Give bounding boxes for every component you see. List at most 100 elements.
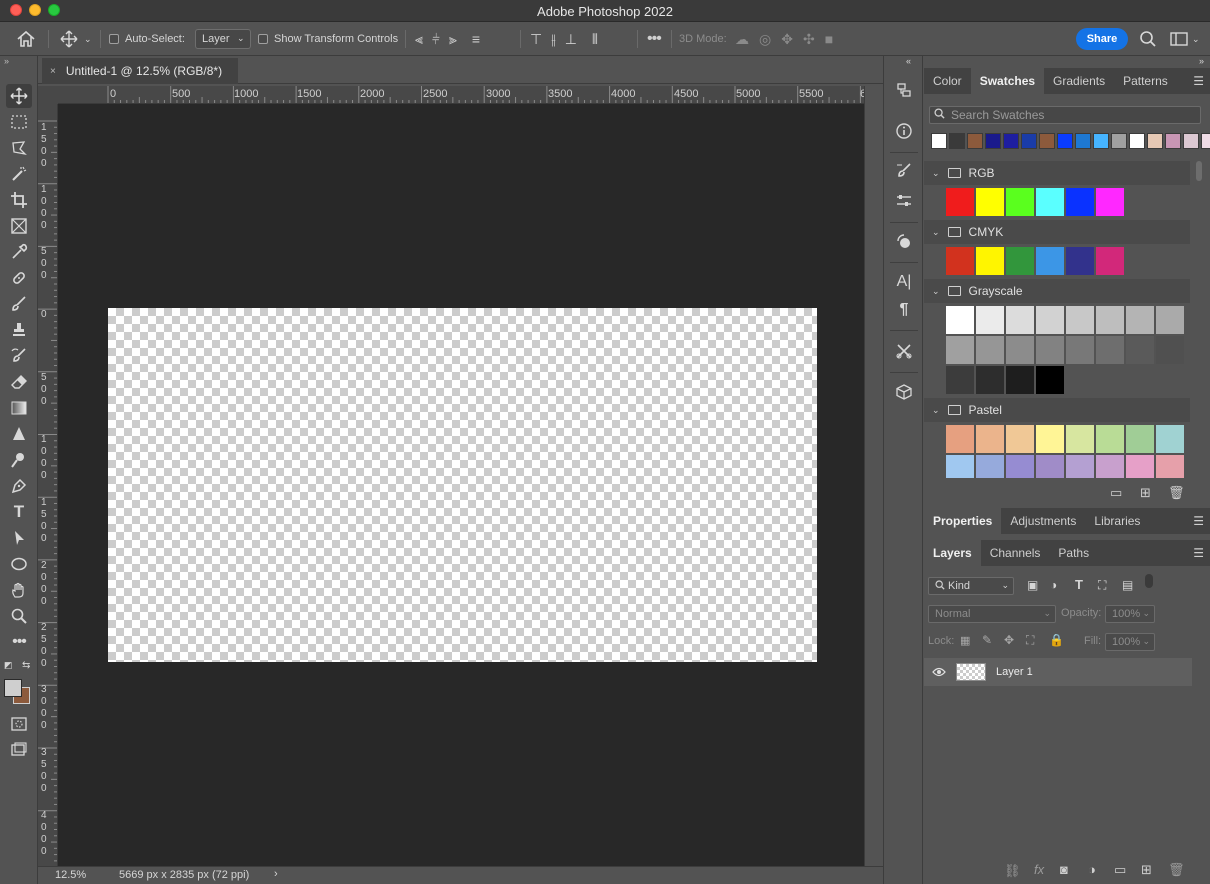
vertical-ruler[interactable]: 1500 1000 500 0 500 1000 1500 2000 2500 … xyxy=(38,104,58,866)
filter-toggle[interactable] xyxy=(1145,574,1153,588)
align-top-icon[interactable]: ⊤ xyxy=(530,31,542,48)
color-swatch[interactable] xyxy=(1096,306,1124,334)
document-tab[interactable]: × Untitled-1 @ 12.5% (RGB/8*) xyxy=(42,58,238,84)
auto-select-control[interactable]: Auto-Select: xyxy=(109,22,185,56)
eraser-tool-icon[interactable] xyxy=(6,370,32,394)
clone-stamp-tool-icon[interactable] xyxy=(6,318,32,342)
color-swatch[interactable] xyxy=(946,366,974,394)
healing-brush-tool-icon[interactable] xyxy=(6,266,32,290)
panel-menu-icon[interactable]: ☰ xyxy=(1193,514,1204,528)
color-swatch[interactable] xyxy=(976,336,1004,364)
swatch-group-header[interactable]: ⌄ Grayscale xyxy=(924,279,1190,303)
new-group-icon[interactable]: ▭ xyxy=(1110,485,1122,501)
color-swatch[interactable] xyxy=(1006,306,1034,334)
color-swatch[interactable] xyxy=(1036,366,1064,394)
color-swatch[interactable] xyxy=(1066,455,1094,478)
distribute-horizontal-icon[interactable]: ≡ xyxy=(472,31,480,47)
swatch-group-header[interactable]: ⌄ CMYK xyxy=(924,220,1190,244)
recent-swatch[interactable] xyxy=(1201,133,1210,149)
tab-channels[interactable]: Channels xyxy=(981,540,1050,566)
add-mask-icon[interactable]: ◙ xyxy=(1060,862,1068,877)
new-swatch-icon[interactable]: ⊞ xyxy=(1140,485,1151,501)
pen-tool-icon[interactable] xyxy=(6,474,32,498)
hand-tool-icon[interactable] xyxy=(6,578,32,602)
tab-adjustments[interactable]: Adjustments xyxy=(1001,508,1085,534)
color-swatch[interactable] xyxy=(1036,247,1064,275)
color-swatch[interactable] xyxy=(1066,425,1094,453)
pan-3d-icon[interactable]: ✥ xyxy=(781,31,793,48)
link-layers-icon[interactable]: ⛓ xyxy=(1004,863,1021,879)
lock-transparent-icon[interactable]: ▦ xyxy=(960,634,970,647)
tab-layers[interactable]: Layers xyxy=(924,540,981,566)
color-swatch[interactable] xyxy=(1066,336,1094,364)
history-brush-tool-icon[interactable] xyxy=(6,344,32,368)
trash-icon[interactable]: 🗑 xyxy=(1168,485,1185,501)
blur-tool-icon[interactable] xyxy=(6,422,32,446)
scale-3d-icon[interactable]: ■ xyxy=(825,31,833,47)
info-panel-icon[interactable] xyxy=(892,119,916,143)
color-swatch[interactable] xyxy=(1156,306,1184,334)
color-swatch[interactable] xyxy=(946,306,974,334)
history-panel-icon[interactable] xyxy=(892,78,916,102)
color-swatch[interactable] xyxy=(1036,306,1064,334)
home-icon[interactable] xyxy=(16,22,36,56)
color-swatch[interactable] xyxy=(946,247,974,275)
slide-3d-icon[interactable]: ✣ xyxy=(803,31,815,48)
auto-select-checkbox[interactable] xyxy=(109,34,119,44)
color-swatch[interactable] xyxy=(1006,188,1034,216)
color-swatch[interactable] xyxy=(976,247,1004,275)
image-filter-icon[interactable]: ▣ xyxy=(1027,578,1038,592)
align-right-icon[interactable]: ⫸ xyxy=(449,31,457,48)
chevron-down-icon[interactable]: ⌄ xyxy=(84,34,92,45)
color-swatch[interactable] xyxy=(1156,336,1184,364)
three-d-panel-icon[interactable] xyxy=(892,380,916,404)
chevron-down-icon[interactable]: ⌄ xyxy=(932,168,940,179)
dodge-tool-icon[interactable] xyxy=(6,448,32,472)
more-options-icon[interactable]: ••• xyxy=(647,30,662,48)
lock-artboard-icon[interactable]: ⛶ xyxy=(1026,633,1034,648)
brush-tool-icon[interactable] xyxy=(6,292,32,316)
search-icon[interactable] xyxy=(1139,22,1157,56)
tab-paths[interactable]: Paths xyxy=(1049,540,1098,566)
new-group-icon[interactable]: ▭ xyxy=(1114,862,1126,878)
color-swatch[interactable] xyxy=(1066,247,1094,275)
gradient-tool-icon[interactable] xyxy=(6,396,32,420)
lock-position-icon[interactable]: ✥ xyxy=(1004,633,1014,647)
color-swatch[interactable] xyxy=(1006,247,1034,275)
zoom-level[interactable]: 12.5% xyxy=(55,869,86,881)
color-swatch[interactable] xyxy=(1006,336,1034,364)
document-canvas[interactable] xyxy=(108,308,817,662)
lock-pixels-icon[interactable]: ✎ xyxy=(982,633,992,647)
color-swatch[interactable] xyxy=(1126,336,1154,364)
color-swatch[interactable] xyxy=(1006,425,1034,453)
panel-menu-icon[interactable]: ☰ xyxy=(1193,74,1204,88)
frame-tool-icon[interactable] xyxy=(6,214,32,238)
crop-tool-icon[interactable] xyxy=(6,188,32,212)
color-swatch[interactable] xyxy=(1126,425,1154,453)
new-layer-icon[interactable]: ⊞ xyxy=(1141,862,1152,878)
color-swatch[interactable] xyxy=(976,188,1004,216)
character-panel-icon[interactable]: A| xyxy=(892,270,916,294)
fill-field[interactable]: 100% ⌄ xyxy=(1105,633,1155,651)
opacity-field[interactable]: 100% ⌄ xyxy=(1105,605,1155,623)
color-swatch[interactable] xyxy=(1096,425,1124,453)
zoom-tool-icon[interactable] xyxy=(6,604,32,628)
layer-style-icon[interactable]: fx xyxy=(1034,862,1044,877)
foreground-color-swatch[interactable] xyxy=(4,679,22,697)
ruler-corner[interactable] xyxy=(38,86,58,104)
color-swatch[interactable] xyxy=(1156,425,1184,453)
chevron-down-icon[interactable]: ⌄ xyxy=(1192,34,1200,45)
color-swatch[interactable] xyxy=(1006,455,1034,478)
collapse-tools-icon[interactable]: » xyxy=(4,56,9,66)
smart-object-filter-icon[interactable]: ▤ xyxy=(1122,578,1133,592)
color-swatch[interactable] xyxy=(976,455,1004,478)
move-tool-preset-icon[interactable]: ⌄ xyxy=(60,22,92,56)
auto-select-dropdown[interactable]: Layer ⌄ xyxy=(195,29,251,49)
new-adjustment-layer-icon[interactable]: ◑ xyxy=(1088,862,1096,877)
paragraph-panel-icon[interactable]: ¶ xyxy=(892,298,916,322)
roll-3d-icon[interactable]: ◎ xyxy=(759,31,771,48)
swap-colors-icon[interactable]: ⇆ xyxy=(22,660,30,671)
color-swatch[interactable] xyxy=(1036,425,1064,453)
color-swatch[interactable] xyxy=(946,188,974,216)
swatches-scrollbar[interactable] xyxy=(1196,161,1202,181)
